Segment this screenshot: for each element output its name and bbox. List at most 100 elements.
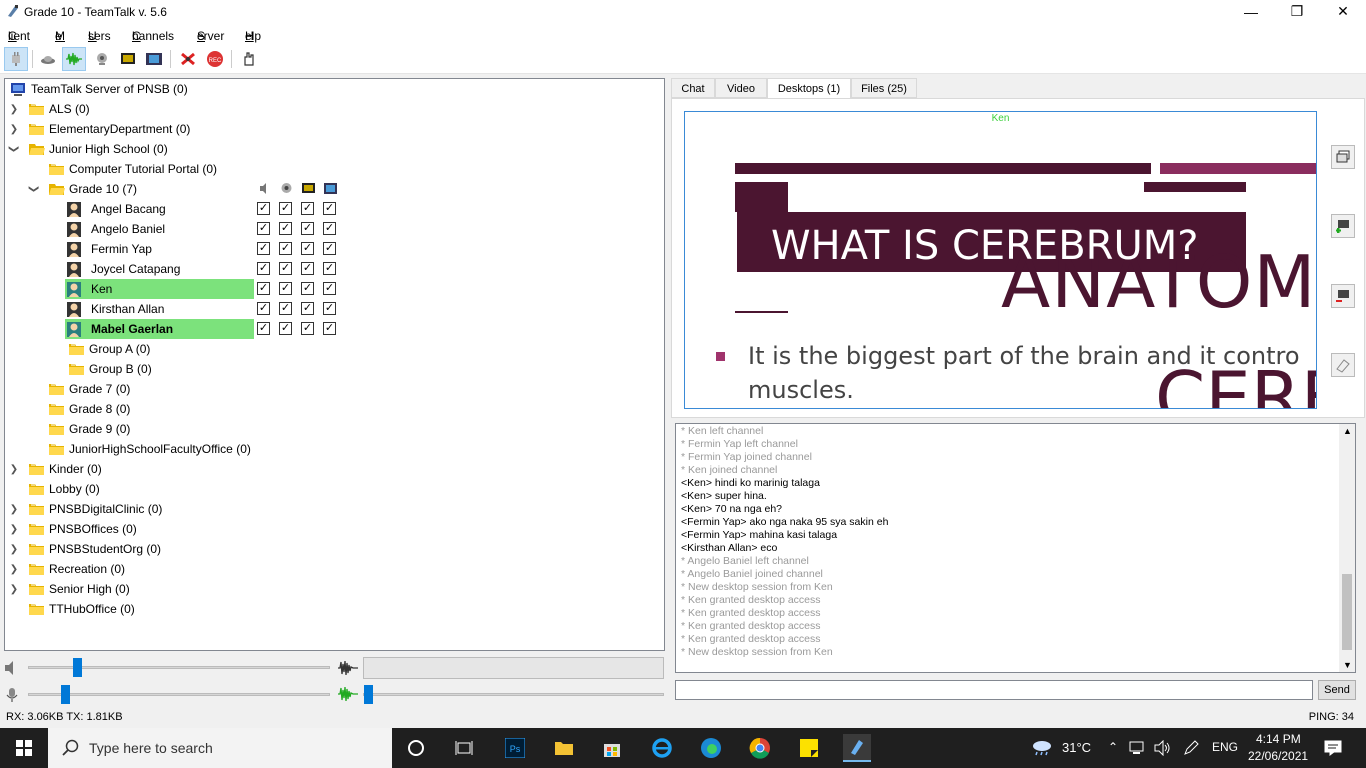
video-subscribe-checkbox[interactable]: ✓ xyxy=(279,222,292,235)
chrome-taskbar-app[interactable] xyxy=(746,734,774,762)
push-to-talk-button[interactable] xyxy=(237,47,261,71)
channel-grade8[interactable]: Grade 8 (0) xyxy=(49,399,130,419)
maximize-button[interactable]: ❐ xyxy=(1274,0,1320,23)
mute-all-button[interactable] xyxy=(176,47,200,71)
tab-desktops[interactable]: Desktops (1) xyxy=(767,78,851,99)
expand-arrow[interactable]: ❯ xyxy=(9,539,19,559)
clock-date[interactable]: 22/06/2021 xyxy=(1248,749,1308,763)
channel-tree[interactable]: TeamTalk Server of PNSB (0) ❯ ALS (0) ❯ … xyxy=(4,78,665,651)
clock-time[interactable]: 4:14 PM xyxy=(1256,732,1301,746)
media-stream-button[interactable] xyxy=(142,47,166,71)
start-button[interactable] xyxy=(10,734,38,762)
channel-lobby[interactable]: Lobby (0) xyxy=(29,479,100,499)
voice-activation-button[interactable] xyxy=(62,47,86,71)
chat-history[interactable]: * Ken left channel * Fermin Yap left chan… xyxy=(675,423,1356,673)
show-hidden-icons-chevron-icon[interactable]: ⌃ xyxy=(1108,740,1118,754)
expand-arrow[interactable]: ❯ xyxy=(9,499,19,519)
record-button[interactable]: REC xyxy=(203,47,227,71)
voice-subscribe-checkbox[interactable]: ✓ xyxy=(257,262,270,275)
collapse-arrow[interactable]: ❯ xyxy=(5,144,24,154)
desktop-subscribe-checkbox[interactable]: ✓ xyxy=(301,322,314,335)
channel-offices[interactable]: PNSBOffices (0) xyxy=(29,519,137,539)
desktop-subscribe-checkbox[interactable]: ✓ xyxy=(301,282,314,295)
user-row[interactable]: Joycel Catapang xyxy=(65,259,254,279)
channel-recreation[interactable]: Recreation (0) xyxy=(29,559,125,579)
headset-button[interactable] xyxy=(36,47,60,71)
voice-activation-track[interactable] xyxy=(363,693,664,696)
user-row[interactable]: Ken xyxy=(65,279,254,299)
channel-tthub[interactable]: TTHubOffice (0) xyxy=(29,599,135,619)
desktop-subscribe-checkbox[interactable]: ✓ xyxy=(301,302,314,315)
teamtalk-taskbar-app[interactable] xyxy=(843,734,871,762)
request-desktop-access-button[interactable] xyxy=(1331,214,1355,238)
video-subscribe-checkbox[interactable]: ✓ xyxy=(279,302,292,315)
tab-video[interactable]: Video xyxy=(715,78,767,98)
channel-elementary[interactable]: ElementaryDepartment (0) xyxy=(29,119,190,139)
channel-junior-high[interactable]: Junior High School (0) xyxy=(29,139,168,159)
server-node[interactable]: TeamTalk Server of PNSB (0) xyxy=(10,79,188,99)
detach-desktop-button[interactable] xyxy=(1331,145,1355,169)
photoshop-taskbar-app[interactable]: Ps xyxy=(501,734,529,762)
mic-gain-thumb[interactable] xyxy=(61,685,70,704)
ie-taskbar-app[interactable] xyxy=(648,734,676,762)
voice-subscribe-checkbox[interactable]: ✓ xyxy=(257,282,270,295)
video-subscribe-checkbox[interactable]: ✓ xyxy=(279,202,292,215)
media-subscribe-checkbox[interactable]: ✓ xyxy=(323,322,336,335)
expand-arrow[interactable]: ❯ xyxy=(9,579,19,599)
channel-grade7[interactable]: Grade 7 (0) xyxy=(49,379,130,399)
expand-arrow[interactable]: ❯ xyxy=(9,99,19,119)
channel-grade10[interactable]: Grade 10 (7) xyxy=(49,179,137,199)
expand-arrow[interactable]: ❯ xyxy=(9,119,19,139)
send-button[interactable]: Send xyxy=(1318,680,1356,700)
expand-arrow[interactable]: ❯ xyxy=(9,559,19,579)
channel-digital-clinic[interactable]: PNSBDigitalClinic (0) xyxy=(29,499,162,519)
close-button[interactable]: ✕ xyxy=(1320,0,1366,23)
voice-subscribe-checkbox[interactable]: ✓ xyxy=(257,222,270,235)
voice-activation-thumb[interactable] xyxy=(364,685,373,704)
tab-chat[interactable]: Chat xyxy=(671,78,715,98)
user-row[interactable]: Angel Bacang xyxy=(65,199,254,219)
channel-als[interactable]: ALS (0) xyxy=(29,99,90,119)
chat-message-input[interactable] xyxy=(675,680,1313,700)
user-row[interactable]: Angelo Baniel xyxy=(65,219,254,239)
sticky-notes-taskbar-app[interactable] xyxy=(795,734,823,762)
connect-button[interactable] xyxy=(4,47,28,71)
voice-subscribe-checkbox[interactable]: ✓ xyxy=(257,322,270,335)
pen-icon[interactable] xyxy=(1182,740,1200,756)
expand-arrow[interactable]: ❯ xyxy=(9,459,19,479)
edge-taskbar-app[interactable] xyxy=(697,734,725,762)
video-subscribe-checkbox[interactable]: ✓ xyxy=(279,322,292,335)
store-taskbar-app[interactable] xyxy=(598,734,626,762)
chat-scrollbar[interactable]: ▲ ▼ xyxy=(1339,424,1355,672)
media-subscribe-checkbox[interactable]: ✓ xyxy=(323,222,336,235)
scroll-down-icon[interactable]: ▼ xyxy=(1343,660,1352,670)
voice-subscribe-checkbox[interactable]: ✓ xyxy=(257,302,270,315)
minimize-button[interactable]: — xyxy=(1228,0,1274,23)
user-row[interactable]: Fermin Yap xyxy=(65,239,254,259)
desktop-subscribe-checkbox[interactable]: ✓ xyxy=(301,222,314,235)
channel-studentorg[interactable]: PNSBStudentOrg (0) xyxy=(29,539,161,559)
video-subscribe-checkbox[interactable]: ✓ xyxy=(279,242,292,255)
desktop-subscribe-checkbox[interactable]: ✓ xyxy=(301,262,314,275)
media-subscribe-checkbox[interactable]: ✓ xyxy=(323,262,336,275)
tab-files[interactable]: Files (25) xyxy=(851,78,917,98)
share-desktop-button[interactable] xyxy=(116,47,140,71)
channel-computer-tutorial[interactable]: Computer Tutorial Portal (0) xyxy=(49,159,217,179)
desktop-subscribe-checkbox[interactable]: ✓ xyxy=(301,242,314,255)
channel-kinder[interactable]: Kinder (0) xyxy=(29,459,102,479)
weather-temperature[interactable]: 31°C xyxy=(1062,740,1091,755)
channel-group-a[interactable]: Group A (0) xyxy=(69,339,150,359)
user-row[interactable]: Kirsthan Allan xyxy=(65,299,254,319)
notifications-icon[interactable] xyxy=(1324,740,1342,756)
channel-faculty-office[interactable]: JuniorHighSchoolFacultyOffice (0) xyxy=(49,439,251,459)
mic-gain-track[interactable] xyxy=(28,693,330,696)
input-language[interactable]: ENG xyxy=(1212,740,1238,754)
volume-icon[interactable] xyxy=(1153,740,1171,756)
release-desktop-access-button[interactable] xyxy=(1331,284,1355,308)
video-subscribe-checkbox[interactable]: ✓ xyxy=(279,282,292,295)
file-explorer-taskbar-app[interactable] xyxy=(550,734,578,762)
user-row[interactable]: Mabel Gaerlan xyxy=(65,319,254,339)
master-volume-thumb[interactable] xyxy=(73,658,82,677)
collapse-arrow[interactable]: ❯ xyxy=(24,184,44,194)
media-subscribe-checkbox[interactable]: ✓ xyxy=(323,302,336,315)
